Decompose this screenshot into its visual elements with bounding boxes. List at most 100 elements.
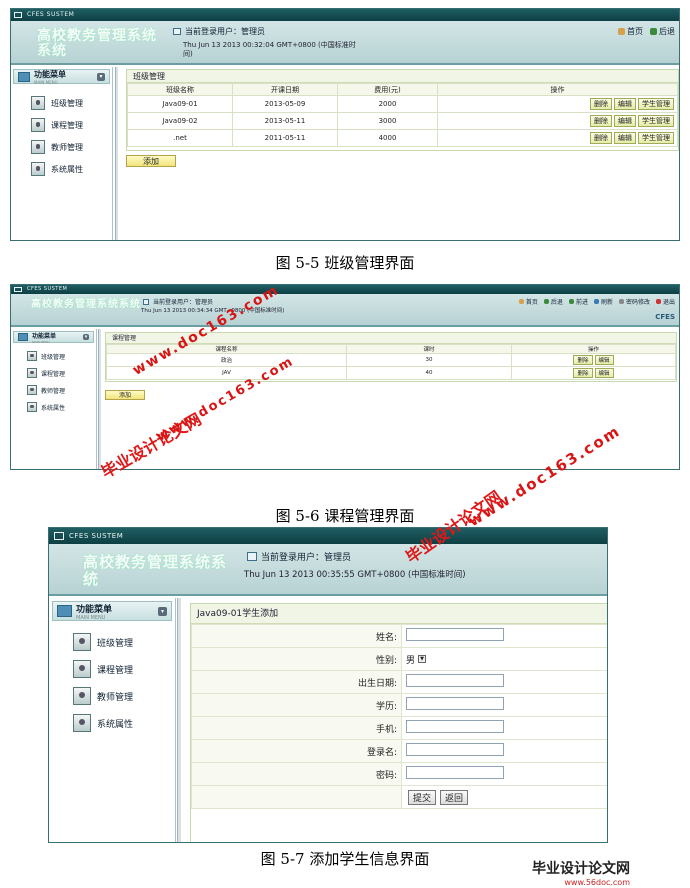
birth-input[interactable] xyxy=(406,674,504,687)
sidebar-item-teacher[interactable]: 教师管理 xyxy=(31,140,112,154)
student-manage-button[interactable]: 学生管理 xyxy=(638,98,674,110)
user-icon xyxy=(143,298,149,305)
app-title: CFES SUSTEM xyxy=(69,532,124,540)
system-name: 高校教务管理系统系统 xyxy=(31,299,141,310)
login-input[interactable] xyxy=(406,743,504,756)
sidebar-item-class[interactable]: 班级管理 xyxy=(27,351,96,361)
window-titlebar: CFES SUSTEM xyxy=(49,528,607,544)
sidebar-item-system[interactable]: 系统属性 xyxy=(31,162,112,176)
caption-5-5: 图 5-5 班级管理界面 xyxy=(275,254,415,272)
sidebar-item-course[interactable]: 课程管理 xyxy=(73,660,175,678)
edit-button[interactable]: 编辑 xyxy=(614,98,636,110)
nav-password[interactable]: 密码修改 xyxy=(618,297,650,306)
sidebar: 功能菜单 MAIN MENU ▾ 班级管理 课程管理 教师管理 系统属性 xyxy=(11,329,97,469)
collapse-icon[interactable]: ▾ xyxy=(97,72,105,81)
delete-button[interactable]: 删除 xyxy=(590,132,612,144)
nav-home[interactable]: 首页 xyxy=(618,26,643,37)
sidebar-item-teacher[interactable]: 教师管理 xyxy=(27,385,96,395)
sidebar-item-system[interactable]: 系统属性 xyxy=(73,714,175,732)
footer-logo: 毕业设计论文网 www.56doc.com xyxy=(532,858,630,887)
forward-icon xyxy=(568,299,574,304)
submit-button[interactable]: 提交 xyxy=(408,789,437,805)
menu-book-icon xyxy=(18,333,28,341)
edit-button[interactable]: 编辑 xyxy=(594,355,614,365)
delete-button[interactable]: 删除 xyxy=(573,355,593,365)
collapse-icon[interactable]: ▾ xyxy=(83,334,89,340)
sidebar-item-class[interactable]: 班级管理 xyxy=(31,96,112,110)
gender-select[interactable]: 男 ▼ xyxy=(406,653,427,666)
key-icon xyxy=(618,299,624,304)
password-label: 密码: xyxy=(191,762,402,786)
system-name: 高校教务管理系统系统 xyxy=(83,553,228,588)
sidebar-item-teacher[interactable]: 教师管理 xyxy=(73,687,175,705)
splitter[interactable] xyxy=(115,67,118,240)
nav-logout[interactable]: 退出 xyxy=(655,297,675,306)
nav-back[interactable]: 后退 xyxy=(543,297,563,306)
edit-button[interactable]: 编辑 xyxy=(594,368,614,378)
current-user: 当前登录用户：管理员 xyxy=(143,297,213,306)
footer-logo-url: www.56doc.com xyxy=(564,878,630,887)
phone-input[interactable] xyxy=(406,720,504,733)
nav-back[interactable]: 后退 xyxy=(650,26,675,37)
nav-home[interactable]: 首页 xyxy=(518,297,538,306)
name-label: 姓名: xyxy=(191,624,402,648)
home-icon xyxy=(518,299,524,304)
header: 高校教务管理系统系统 当前登录用户：管理员 Thu Jun 13 2013 00… xyxy=(11,21,679,65)
person-icon xyxy=(27,351,37,361)
course-panel: 课程管理 课程名称 课时 操作 政治 30 删除 编辑 JAV 40 删除 编辑 xyxy=(105,332,677,382)
add-button[interactable]: 添加 xyxy=(126,155,176,167)
table-row: JAV 40 删除 编辑 xyxy=(106,366,676,380)
sidebar-item-class[interactable]: 班级管理 xyxy=(73,633,175,651)
splitter[interactable] xyxy=(98,329,101,469)
menu-book-icon xyxy=(57,605,72,617)
add-button[interactable]: 添加 xyxy=(105,390,145,400)
student-manage-button[interactable]: 学生管理 xyxy=(638,115,674,127)
panel-title: 课程管理 xyxy=(106,333,676,344)
password-input[interactable] xyxy=(406,766,504,779)
delete-button[interactable]: 删除 xyxy=(573,368,593,378)
clock: Thu Jun 13 2013 00:35:55 GMT+0800 (中国标准时… xyxy=(244,570,466,580)
add-student-panel: Java09-01学生添加 姓名: 性别: 男 ▼ 出生日期: 学历: 手机: 登录… xyxy=(190,603,607,842)
back-icon xyxy=(543,299,549,304)
window-titlebar: CFES SUSTEM xyxy=(11,285,679,294)
splitter[interactable] xyxy=(177,598,181,842)
top-nav: 首页 后退 前进 刷新 密码修改 退出 xyxy=(518,297,675,306)
current-user: 当前登录用户：管理员 xyxy=(247,550,351,563)
header: 高校教务管理系统系统 当前登录用户：管理员 Thu Jun 13 2013 00… xyxy=(11,294,679,327)
edit-button[interactable]: 编辑 xyxy=(614,132,636,144)
nav-forward[interactable]: 前进 xyxy=(568,297,588,306)
delete-button[interactable]: 删除 xyxy=(590,98,612,110)
education-input[interactable] xyxy=(406,697,504,710)
panel-title: Java09-01学生添加 xyxy=(191,604,607,624)
screenshot-add-student: CFES SUSTEM 高校教务管理系统系统 当前登录用户：管理员 Thu Ju… xyxy=(48,527,608,843)
back-button[interactable]: 返回 xyxy=(440,789,469,805)
brand-right: CFES xyxy=(655,313,675,321)
student-form: 姓名: 性别: 男 ▼ 出生日期: 学历: 手机: 登录名: 密码: 提交 返回 xyxy=(191,624,607,809)
clock: Thu Jun 13 2013 00:34:34 GMT+0800 (中国标准时… xyxy=(141,308,285,314)
sidebar-item-system[interactable]: 系统属性 xyxy=(27,402,96,412)
app-title: CFES SUSTEM xyxy=(27,286,68,292)
person-icon xyxy=(27,368,37,378)
name-input[interactable] xyxy=(406,628,504,641)
refresh-icon xyxy=(593,299,599,304)
table-row: Java09-01 2013-05-09 2000 删除 编辑 学生管理 xyxy=(127,95,678,113)
person-icon xyxy=(31,96,45,110)
sidebar-item-course[interactable]: 课程管理 xyxy=(27,368,96,378)
edit-button[interactable]: 编辑 xyxy=(614,115,636,127)
clock: Thu Jun 13 2013 00:32:04 GMT+0800 (中国标准时… xyxy=(183,41,356,59)
birth-label: 出生日期: xyxy=(191,670,402,694)
menu-header: 功能菜单 MAIN MENU ▾ xyxy=(13,69,110,85)
sidebar-item-course[interactable]: 课程管理 xyxy=(31,118,112,132)
table-row: .net 2011-05-11 4000 删除 编辑 学生管理 xyxy=(127,129,678,147)
user-icon xyxy=(247,552,257,561)
current-user: 当前登录用户：管理员 xyxy=(173,26,265,37)
collapse-icon[interactable]: ▾ xyxy=(158,606,167,616)
header: 高校教务管理系统系统 当前登录用户：管理员 Thu Jun 13 2013 00… xyxy=(49,544,607,596)
delete-button[interactable]: 删除 xyxy=(590,115,612,127)
person-icon xyxy=(31,118,45,132)
student-manage-button[interactable]: 学生管理 xyxy=(638,132,674,144)
nav-refresh[interactable]: 刷新 xyxy=(593,297,613,306)
person-icon xyxy=(31,140,45,154)
gender-label: 性别: xyxy=(191,647,402,671)
menu-book-icon xyxy=(18,71,30,82)
